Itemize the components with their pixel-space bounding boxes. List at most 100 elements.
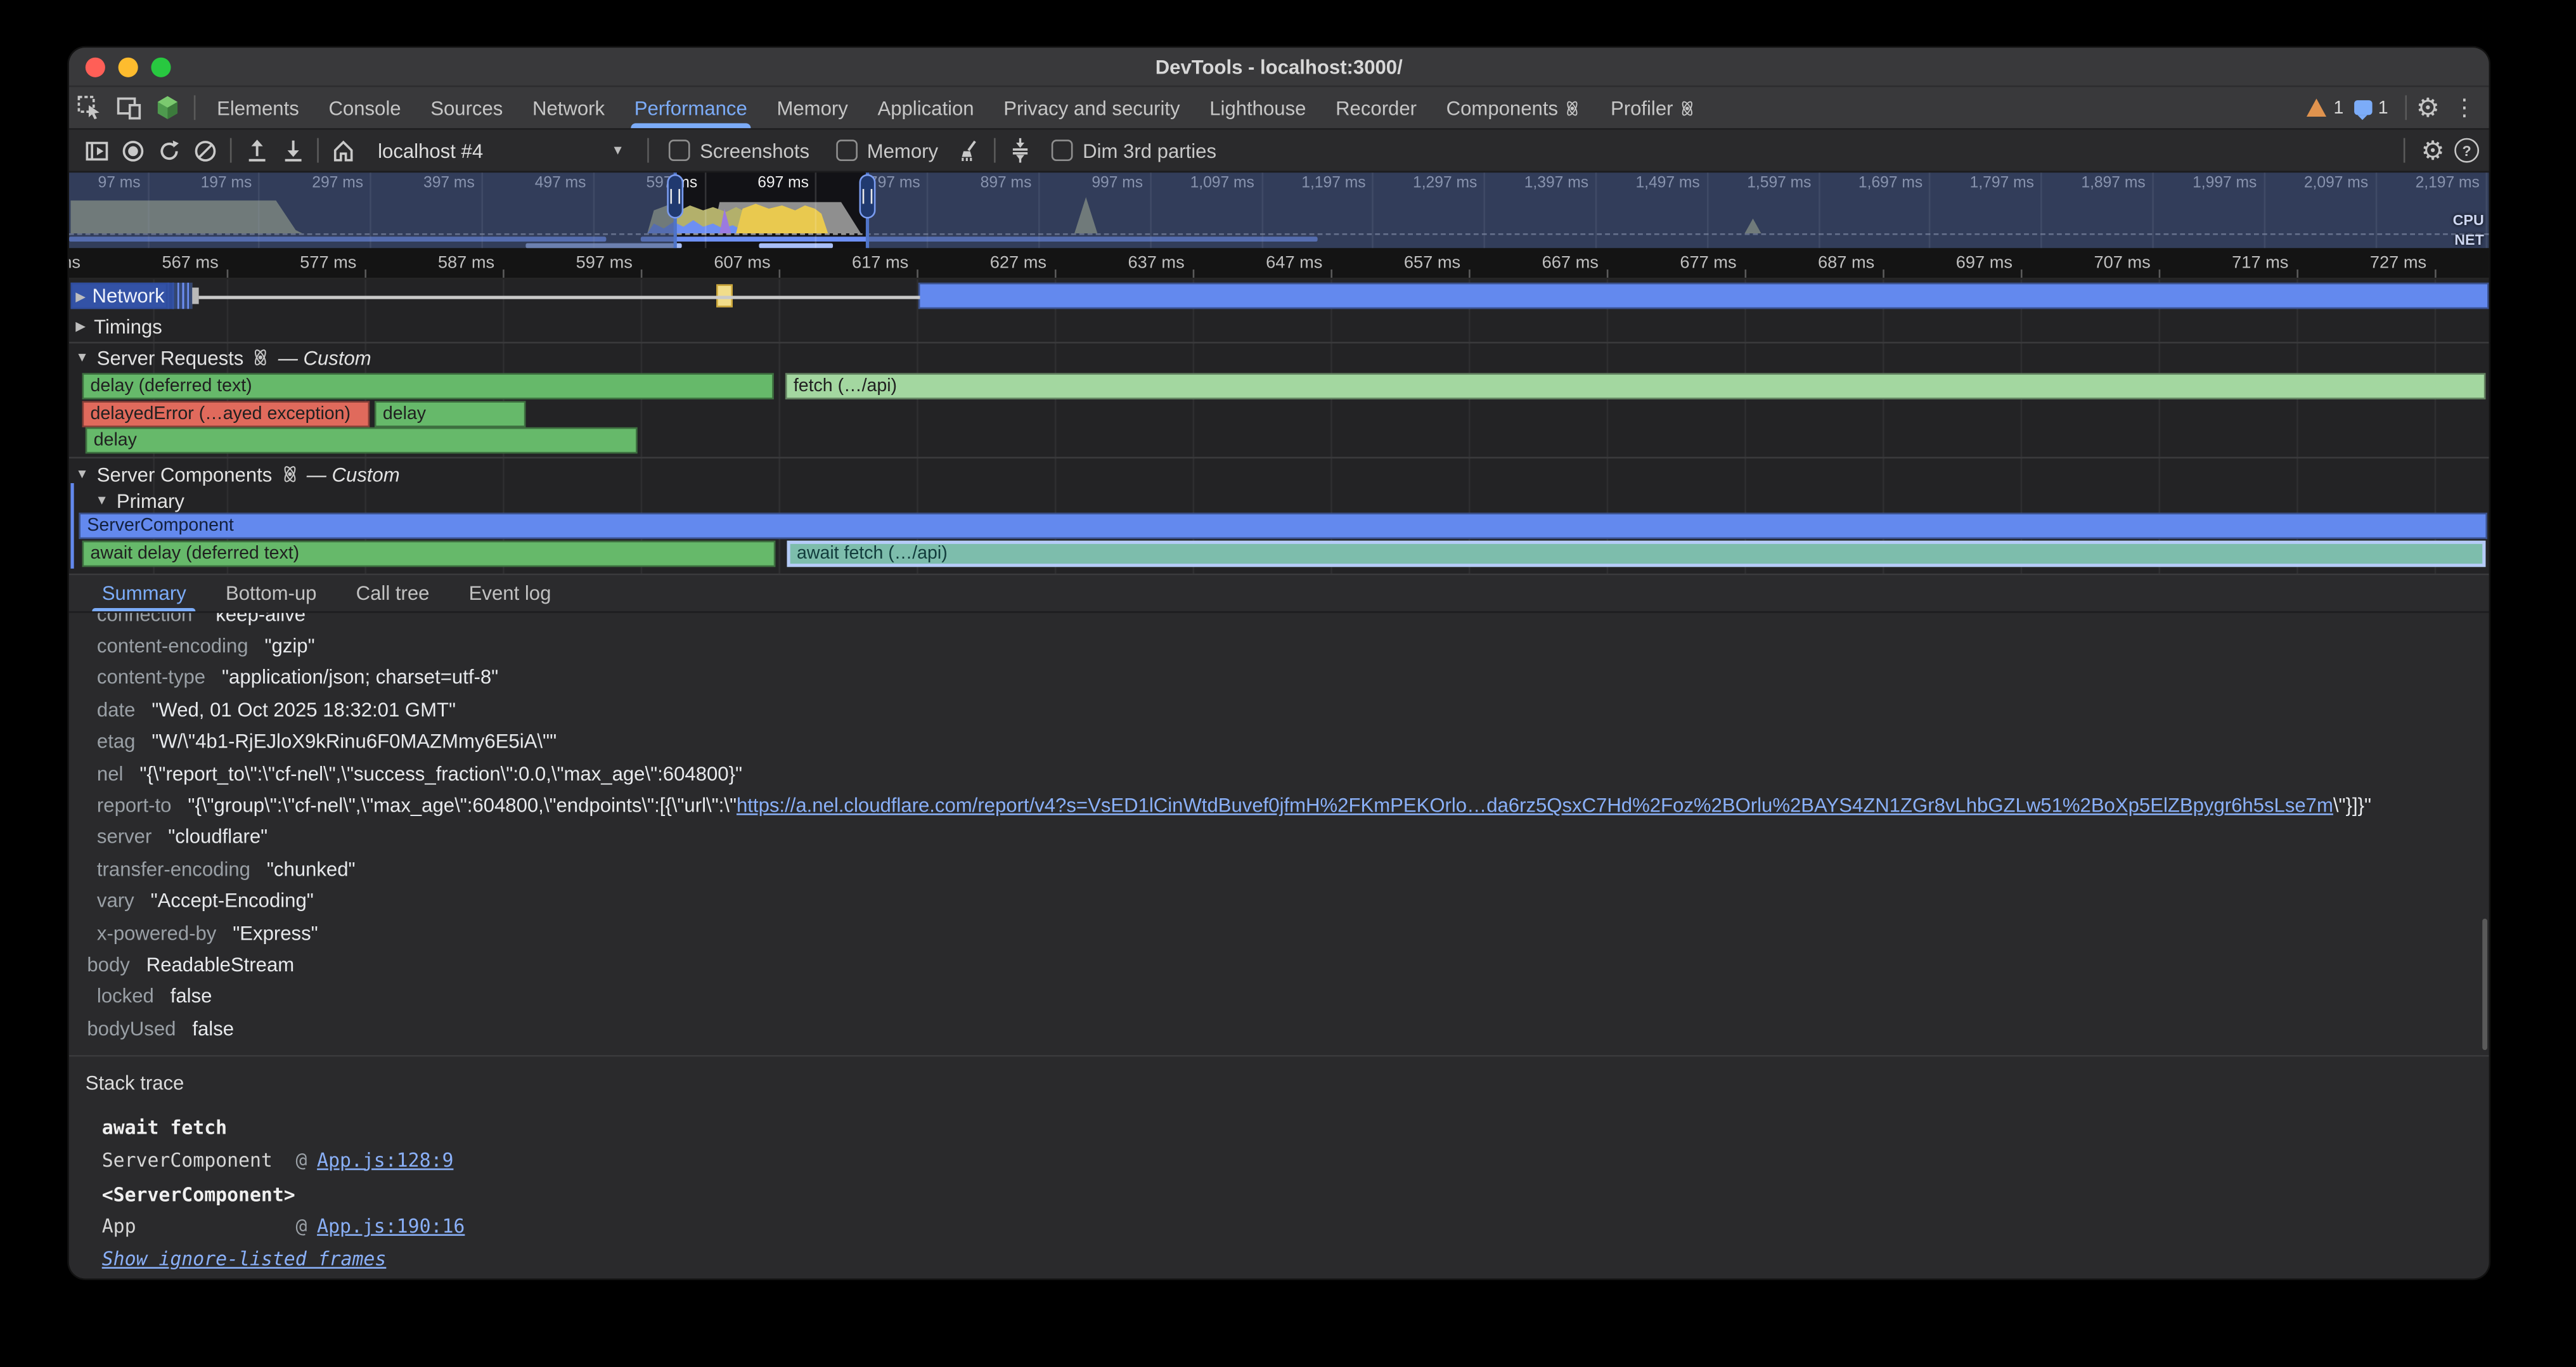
screenshots-label: Screenshots [700,139,809,162]
kebab-menu-icon[interactable]: ⋮ [2453,94,2476,122]
tab-privacy-and-security[interactable]: Privacy and security [989,87,1195,128]
flame-event[interactable]: delayedError (…ayed exception) [82,401,370,427]
details-tab-call-tree[interactable]: Call tree [337,575,449,611]
summary-pane: connection"keep-alive"content-encoding"g… [69,613,2489,1279]
report-endpoint-link[interactable]: https://a.nel.cloudflare.com/report/v4?s… [737,794,2333,817]
ruler-tick [503,269,505,278]
source-location-link[interactable]: App.js:128:9 [317,1148,453,1171]
track-server-requests[interactable]: ▼ Server Requests — Custom [75,344,371,372]
track-network[interactable]: ▶ Network [70,283,174,309]
custom-suffix: — Custom [307,463,400,486]
show-sidebar-icon[interactable] [79,134,115,167]
scrollbar-thumb[interactable] [2482,919,2487,1050]
tab-lighthouse[interactable]: Lighthouse [1195,87,1321,128]
live-metrics-home-icon[interactable] [325,134,361,167]
device-toolbar-icon[interactable] [108,91,148,124]
property-key: bodyUsed [87,1017,176,1040]
tab-label: Sources [430,96,503,119]
tab-performance[interactable]: Performance [619,87,762,128]
messages-icon[interactable] [2354,100,2372,115]
flame-event[interactable]: ServerComponent [79,513,2487,539]
warning-icon[interactable] [2307,99,2327,117]
property-row: vary"Accept-Encoding" [69,885,2489,917]
download-profile-icon[interactable] [274,134,311,167]
property-value: "W/\"4b1-RjEJloX9kRinu6F0MAZMmy6E5iA\"" [151,730,557,753]
tab-label: Network [532,96,605,119]
property-row: connection"keep-alive" [69,613,2489,630]
flame-chart[interactable]: delay (deferred text) fetch (…/api) delaye… [69,280,2489,574]
overview-dim-right [867,172,2489,248]
details-tab-summary[interactable]: Summary [82,575,206,611]
flame-bar[interactable] [918,283,2489,309]
dim-3rd-parties-checkbox-row[interactable]: Dim 3rd parties [1052,139,1216,162]
timeline-overview[interactable]: 97 ms197 ms297 ms397 ms497 ms597 ms697 m… [69,171,2489,249]
track-primary-label: Primary [117,489,184,512]
property-row: x-powered-by"Express" [69,917,2489,949]
tab-memory[interactable]: Memory [762,87,863,128]
profile-select[interactable]: localhost #4 ▼ [368,137,634,163]
clear-icon[interactable] [187,134,223,167]
stack-frame-function: ServerComponent [102,1148,296,1171]
devtools-tabstrip: ElementsConsole Sources Network Performance… [69,86,2489,128]
window-handle-right[interactable] [860,174,876,219]
ruler-tick-label: 577 ms [258,253,357,273]
flame-event[interactable]: delay [86,427,638,453]
property-key: transfer-encoding [97,857,250,880]
flame-event[interactable]: await delay (deferred text) [82,541,776,567]
dim-3rd-parties-checkbox[interactable] [1052,139,1073,161]
overview-dim-left [69,172,675,248]
track-timings[interactable]: ▶ Timings [75,312,162,340]
tab-console[interactable]: Console [314,87,416,128]
handle-grip-icon [863,189,873,204]
tab-profiler[interactable]: Profiler [1596,87,1711,128]
overview-tick-label: 697 ms [694,174,809,194]
devtools-window: DevTools - localhost:3000/ ElementsConso… [69,48,2489,1278]
details-tab-event-log[interactable]: Event log [449,575,571,611]
group-indent-line [70,483,74,569]
show-ignore-listed-frames-link[interactable]: Show ignore-listed frames [102,1247,387,1270]
ruler-tick [2296,269,2298,278]
upload-profile-icon[interactable] [238,134,274,167]
collapse-arrow-icon: ▼ [95,493,108,508]
reload-record-icon[interactable] [151,134,187,167]
memory-checkbox[interactable] [835,139,857,161]
help-icon[interactable]: ? [2454,138,2479,163]
expand-arrow-icon: ▶ [75,288,86,303]
stack-frame: ServerComponent@ App.js:128:9 [86,1144,2489,1176]
tab-application[interactable]: Application [863,87,989,128]
capture-settings-gear-icon[interactable]: ⚙ [2421,134,2444,167]
gc-garbage-collect-icon[interactable] [951,134,988,167]
tab-label: Privacy and security [1003,96,1180,119]
tab-label: Profiler [1611,96,1673,119]
screenshots-checkbox[interactable] [669,139,690,161]
record-icon[interactable] [115,134,151,167]
settings-gear-icon[interactable]: ⚙ [2416,91,2440,124]
property-value: false [171,985,212,1007]
tab-components[interactable]: Components [1431,87,1595,128]
tab-recorder[interactable]: Recorder [1321,87,1432,128]
property-row: report-to"{\"group\":\"cf-nel\",\"max_ag… [69,789,2489,821]
memory-checkbox-row[interactable]: Memory [835,139,938,162]
tab-sources[interactable]: Sources [416,87,518,128]
source-location-link[interactable]: App.js:190:16 [317,1215,465,1238]
flame-event[interactable]: fetch (…/api) [785,373,2486,399]
tab-network[interactable]: Network [518,87,620,128]
at-symbol: @ [296,1148,307,1171]
property-value: "Express" [233,921,318,944]
flame-event[interactable]: delay (deferred text) [82,373,774,399]
property-value: "gzip" [264,635,314,658]
ruler-tick-label: 637 ms [1086,253,1185,273]
inspect-icon[interactable] [69,91,108,124]
screenshots-checkbox-row[interactable]: Screenshots [669,139,809,162]
window-handle-left[interactable] [667,174,683,219]
flame-event[interactable]: await fetch (…/api) [787,541,2485,567]
track-server-components[interactable]: ▼ Server Components — Custom [75,460,399,488]
ruler-tick-label: 587 ms [396,253,495,273]
details-tab-bottom-up[interactable]: Bottom-up [206,575,337,611]
tab-elements[interactable]: Elements [202,87,314,128]
collapse-tracks-icon[interactable] [1002,134,1038,167]
track-primary[interactable]: ▼ Primary [95,486,184,514]
atom-icon [252,348,270,366]
screen: DevTools - localhost:3000/ ElementsConso… [0,0,2576,1367]
flame-event[interactable]: delay [375,401,525,427]
